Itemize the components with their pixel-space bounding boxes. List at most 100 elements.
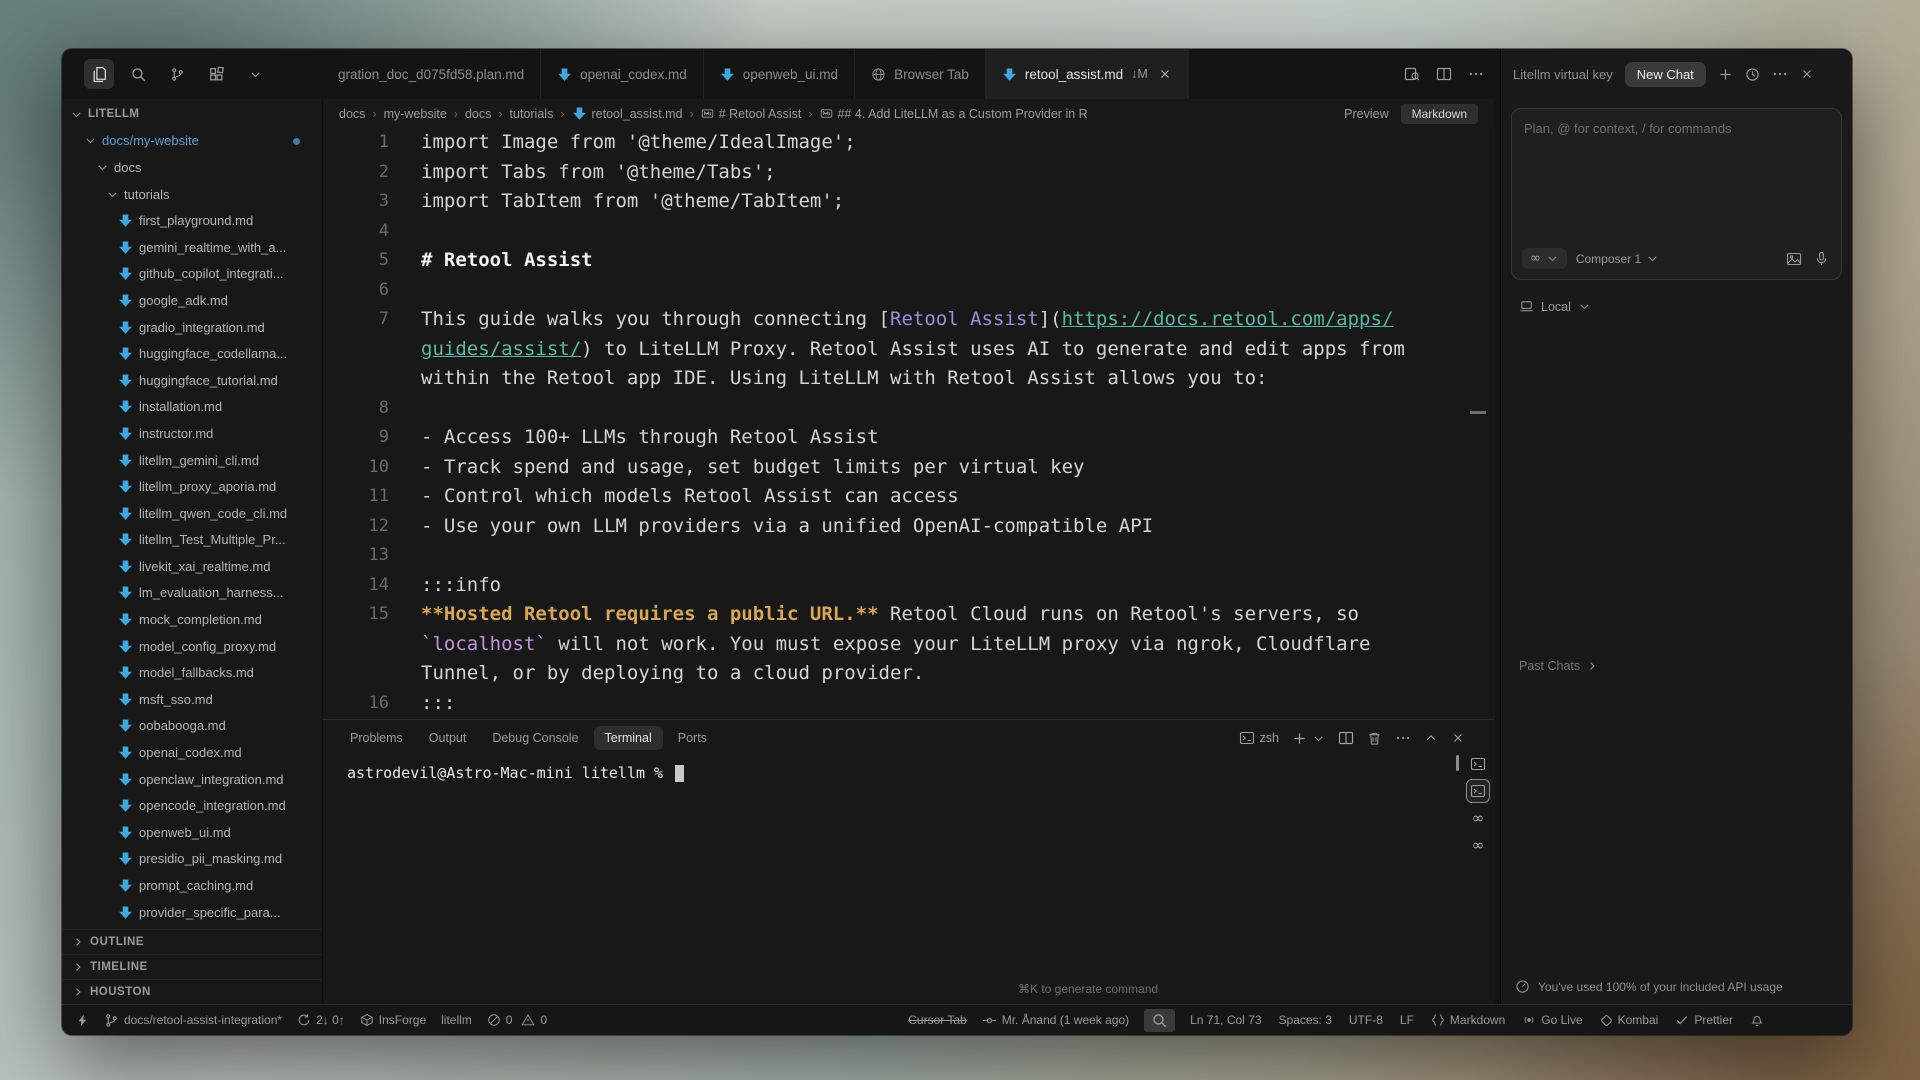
source-control-icon[interactable] bbox=[162, 59, 192, 89]
sidebar-section-timeline[interactable]: TIMELINE bbox=[62, 954, 322, 979]
file-tree-item-litellm-proxy-aporia-md[interactable]: litellm_proxy_aporia.md bbox=[62, 473, 322, 500]
file-tree-item-livekit-xai-realtime-md[interactable]: livekit_xai_realtime.md bbox=[62, 553, 322, 580]
file-tree-item-openweb-ui-md[interactable]: openweb_ui.md bbox=[62, 819, 322, 846]
panel-tab-ports[interactable]: Ports bbox=[667, 726, 718, 750]
file-tree-item-github-copilot-integrati-[interactable]: github_copilot_integrati... bbox=[62, 261, 322, 288]
folder-tree-item-litellm[interactable]: LITELLM bbox=[62, 101, 322, 128]
status-prettier[interactable]: Prettier bbox=[1675, 1013, 1733, 1027]
breadcrumb-item[interactable]: retool_assist.md bbox=[572, 106, 683, 121]
editor-pane[interactable]: 1import Image from '@theme/IdealImage';2… bbox=[322, 128, 1495, 719]
status-language-mode[interactable]: Markdown bbox=[1431, 1013, 1505, 1027]
chat-more-icon[interactable] bbox=[1772, 66, 1788, 82]
status-remote-indicator[interactable] bbox=[76, 1014, 89, 1027]
editor-tab-retool-assist-md[interactable]: retool_assist.md↓M bbox=[986, 49, 1189, 99]
file-tree-item-installation-md[interactable]: installation.md bbox=[62, 394, 322, 421]
editor-tab-browser-tab[interactable]: Browser Tab bbox=[855, 49, 986, 99]
status-kombai[interactable]: Kombai bbox=[1600, 1013, 1659, 1027]
terminal-strip-scrollbar[interactable] bbox=[1456, 755, 1459, 771]
shell-selector[interactable]: zsh bbox=[1239, 730, 1279, 746]
past-chats[interactable]: Past Chats bbox=[1519, 659, 1598, 673]
breadcrumb-item[interactable]: ## 4. Add LiteLLM as a Custom Provider i… bbox=[820, 107, 1088, 121]
attach-image-icon[interactable] bbox=[1786, 251, 1802, 267]
preview-toggle[interactable]: Preview bbox=[1344, 107, 1388, 121]
file-tree-item-gradio-integration-md[interactable]: gradio_integration.md bbox=[62, 314, 322, 341]
tab-close-icon[interactable] bbox=[1158, 67, 1172, 81]
kill-terminal-icon[interactable] bbox=[1367, 731, 1382, 746]
split-terminal-icon[interactable] bbox=[1338, 730, 1354, 746]
status-insforge[interactable]: InsForge bbox=[360, 1013, 426, 1027]
file-tree-item-litellm-gemini-cli-md[interactable]: litellm_gemini_cli.md bbox=[62, 447, 322, 474]
voice-input-icon[interactable] bbox=[1814, 251, 1829, 266]
folder-tree-item-docs-my-website[interactable]: docs/my-website bbox=[62, 128, 322, 155]
status-indentation[interactable]: Spaces: 3 bbox=[1279, 1013, 1332, 1027]
new-chat-plus-icon[interactable] bbox=[1718, 67, 1733, 82]
chat-close-icon[interactable] bbox=[1800, 67, 1814, 81]
status-git-blame[interactable]: Mr. Ånand (1 week ago) bbox=[982, 1013, 1129, 1028]
editor-scrollbar-mark[interactable] bbox=[1470, 411, 1486, 414]
file-tree-item-first-playground-md[interactable]: first_playground.md bbox=[62, 207, 322, 234]
folder-tree-item-tutorials[interactable]: tutorials bbox=[62, 181, 322, 208]
editor-tab-openweb-ui-md[interactable]: openweb_ui.md bbox=[704, 49, 855, 99]
status-search-toggle[interactable] bbox=[1144, 1009, 1175, 1032]
sidebar-section-houston[interactable]: HOUSTON bbox=[62, 979, 322, 1004]
file-tree-item-openclaw-integration-md[interactable]: openclaw_integration.md bbox=[62, 766, 322, 793]
file-tree-item-huggingface-tutorial-md[interactable]: huggingface_tutorial.md bbox=[62, 367, 322, 394]
file-tree-item-gemini-realtime-with-a-[interactable]: gemini_realtime_with_a... bbox=[62, 234, 322, 261]
close-panel-icon[interactable] bbox=[1451, 731, 1465, 745]
folder-tree-item-docs[interactable]: docs bbox=[62, 154, 322, 181]
panel-tab-output[interactable]: Output bbox=[418, 726, 478, 750]
file-tree-item-mock-completion-md[interactable]: mock_completion.md bbox=[62, 606, 322, 633]
status-problems[interactable]: 00 bbox=[487, 1013, 547, 1027]
status-git-branch[interactable]: docs/retool-assist-integration* bbox=[104, 1013, 282, 1028]
file-tree-item-msft-sso-md[interactable]: msft_sso.md bbox=[62, 686, 322, 713]
file-tree-item-provider-specific-para-[interactable]: provider_specific_para... bbox=[62, 899, 322, 926]
panel-tab-debug-console[interactable]: Debug Console bbox=[481, 726, 589, 750]
search-icon[interactable] bbox=[123, 59, 153, 89]
status-notifications[interactable] bbox=[1750, 1013, 1764, 1027]
file-tree-item-litellm-qwen-code-cli-md[interactable]: litellm_qwen_code_cli.md bbox=[62, 500, 322, 527]
ai-tab-new-chat[interactable]: New Chat bbox=[1625, 62, 1706, 87]
extensions-icon[interactable] bbox=[201, 59, 231, 89]
breadcrumb-item[interactable]: tutorials bbox=[510, 107, 554, 121]
status-cursor-tab-toggle[interactable]: Cursor Tab bbox=[908, 1013, 966, 1027]
file-tree-item-openai-codex-md[interactable]: openai_codex.md bbox=[62, 739, 322, 766]
more-actions-icon[interactable] bbox=[1468, 66, 1484, 82]
ai-chat-input[interactable] bbox=[1512, 109, 1841, 209]
maximize-panel-icon[interactable] bbox=[1424, 731, 1438, 745]
panel-more-icon[interactable] bbox=[1395, 730, 1411, 746]
panel-tab-problems[interactable]: Problems bbox=[339, 726, 414, 750]
agent-terminal-icon[interactable]: ∞ bbox=[1467, 807, 1489, 829]
more-views-chevron-icon[interactable] bbox=[240, 59, 270, 89]
breadcrumb-item[interactable]: # Retool Assist bbox=[701, 107, 802, 121]
file-tree-item-lm-evaluation-harness-[interactable]: lm_evaluation_harness... bbox=[62, 580, 322, 607]
status-eol[interactable]: LF bbox=[1400, 1013, 1414, 1027]
chat-history-icon[interactable] bbox=[1745, 67, 1760, 82]
ai-tab-litellm-virtual-key[interactable]: Litellm virtual key bbox=[1513, 67, 1613, 82]
terminal-prompt-line[interactable]: astrodevil@Astro-Mac-mini litellm % bbox=[323, 756, 1495, 782]
status-go-live[interactable]: Go Live bbox=[1522, 1013, 1582, 1027]
breadcrumb-item[interactable]: my-website bbox=[384, 107, 447, 121]
split-editor-icon[interactable] bbox=[1436, 66, 1452, 82]
model-selector[interactable]: ∞ bbox=[1522, 248, 1567, 269]
file-tree-item-prompt-caching-md[interactable]: prompt_caching.md bbox=[62, 872, 322, 899]
file-tree-item-oobabooga-md[interactable]: oobabooga.md bbox=[62, 713, 322, 740]
file-tree-item-huggingface-codellama-[interactable]: huggingface_codellama... bbox=[62, 340, 322, 367]
terminal-session-icon[interactable] bbox=[1467, 753, 1489, 775]
composer-mode-selector[interactable]: Composer 1 bbox=[1576, 252, 1659, 266]
terminal-session-icon[interactable] bbox=[1467, 780, 1489, 802]
file-tree-item-google-adk-md[interactable]: google_adk.md bbox=[62, 287, 322, 314]
editor-tab-gration-doc-d075fd58-plan-md[interactable]: gration_doc_d075fd58.plan.md bbox=[322, 49, 541, 99]
new-terminal-button[interactable] bbox=[1292, 731, 1325, 746]
status-litellm[interactable]: litellm bbox=[441, 1013, 472, 1027]
breadcrumb-item[interactable]: docs bbox=[465, 107, 491, 121]
file-tree-item-litellm-test-multiple-pr-[interactable]: litellm_Test_Multiple_Pr... bbox=[62, 527, 322, 554]
open-preview-icon[interactable] bbox=[1404, 66, 1420, 82]
file-tree-item-model-fallbacks-md[interactable]: model_fallbacks.md bbox=[62, 659, 322, 686]
status-cursor-position[interactable]: Ln 71, Col 73 bbox=[1190, 1013, 1261, 1027]
file-tree-item-model-config-proxy-md[interactable]: model_config_proxy.md bbox=[62, 633, 322, 660]
panel-tab-terminal[interactable]: Terminal bbox=[594, 726, 663, 750]
status-git-sync[interactable]: 2↓ 0↑ bbox=[297, 1013, 345, 1027]
explorer-icon[interactable] bbox=[84, 59, 114, 89]
file-tree-item-opencode-integration-md[interactable]: opencode_integration.md bbox=[62, 792, 322, 819]
file-tree-item-instructor-md[interactable]: instructor.md bbox=[62, 420, 322, 447]
